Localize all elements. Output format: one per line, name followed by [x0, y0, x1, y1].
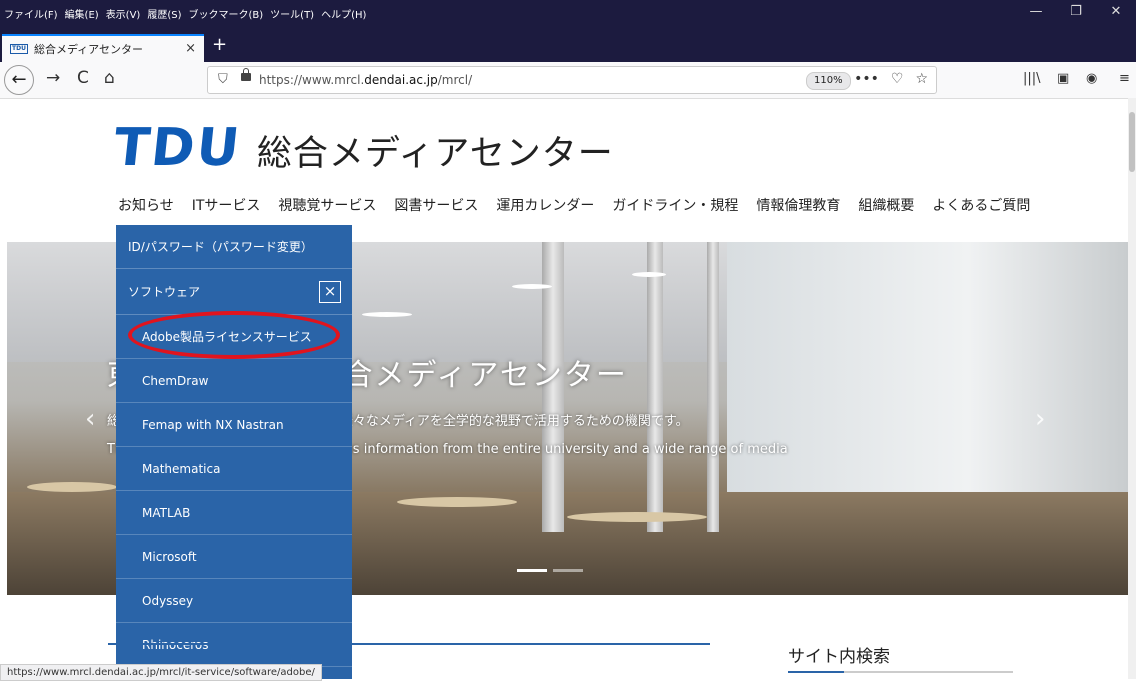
site-logo[interactable]: TDU 総合メディアセンター — [110, 118, 614, 178]
reload-button[interactable]: C — [77, 68, 89, 88]
slider-dot[interactable] — [517, 569, 547, 572]
menu-view[interactable]: 表示(V) — [106, 6, 141, 21]
logo-name: 総合メディアセンター — [256, 134, 614, 174]
global-nav: お知らせ ITサービス 視聴覚サービス 図書サービス 運用カレンダー ガイドライ… — [118, 195, 1048, 215]
menu-rhinoceros[interactable]: Rhinoceros — [116, 623, 352, 667]
menu-mathematica[interactable]: Mathematica — [116, 447, 352, 491]
page-actions-icon[interactable]: ••• — [854, 71, 879, 87]
menu-file[interactable]: ファイル(F) — [4, 6, 58, 21]
nav-faq[interactable]: よくあるご質問 — [932, 195, 1030, 215]
url-bar[interactable]: ⛉ https://www.mrcl.dendai.ac.jp/mrcl/ 11… — [207, 66, 937, 94]
url-text[interactable]: https://www.mrcl.dendai.ac.jp/mrcl/ — [259, 73, 472, 87]
it-service-dropdown: ID/パスワード（パスワード変更） ソフトウェア × Adobe製品ライセンスサ… — [116, 225, 352, 679]
content-divider — [108, 643, 710, 645]
bookmark-star-icon[interactable]: ☆ — [915, 71, 928, 87]
hero-pillar — [647, 242, 663, 532]
hero-lamp — [362, 312, 412, 317]
menu-help[interactable]: ヘルプ(H) — [321, 6, 366, 21]
status-bar: https://www.mrcl.dendai.ac.jp/mrcl/it-se… — [0, 664, 322, 681]
menu-bookmarks[interactable]: ブックマーク(B) — [189, 6, 264, 21]
hero-lamp — [632, 272, 666, 277]
nav-av-service[interactable]: 視聴覚サービス — [278, 195, 376, 215]
library-icon[interactable]: |||\ — [1023, 71, 1041, 86]
lock-icon[interactable] — [241, 68, 251, 81]
zoom-indicator[interactable]: 110% — [806, 72, 851, 90]
new-tab-button[interactable]: + — [212, 34, 227, 55]
nav-news[interactable]: お知らせ — [118, 195, 174, 215]
hamburger-menu-icon[interactable]: ≡ — [1119, 71, 1130, 86]
search-heading-rule — [788, 671, 1013, 673]
scrollbar-thumb[interactable] — [1129, 112, 1135, 172]
close-icon[interactable]: × — [319, 281, 341, 303]
slider-next-icon[interactable]: › — [1035, 404, 1045, 434]
shield-icon[interactable]: ⛉ — [218, 72, 228, 87]
menu-history[interactable]: 履歴(S) — [147, 6, 181, 21]
menu-odyssey[interactable]: Odyssey — [116, 579, 352, 623]
menu-software[interactable]: ソフトウェア × — [116, 269, 352, 315]
menu-matlab[interactable]: MATLAB — [116, 491, 352, 535]
slider-prev-icon[interactable]: ‹ — [85, 404, 95, 434]
hero-table — [27, 482, 117, 492]
hero-lamp — [512, 284, 552, 289]
tab-strip: TDU 総合メディアセンター × — [0, 30, 1136, 62]
pocket-icon[interactable]: ♡ — [891, 71, 904, 87]
hero-table — [397, 497, 517, 507]
menu-chemdraw[interactable]: ChemDraw — [116, 359, 352, 403]
tab-media-center[interactable]: TDU 総合メディアセンター × — [2, 34, 204, 62]
slider-dot[interactable] — [553, 569, 583, 572]
hero-pillar — [707, 242, 719, 532]
nav-it-service[interactable]: ITサービス — [192, 195, 261, 215]
home-button[interactable]: ⌂ — [104, 68, 115, 88]
account-icon[interactable]: ◉ — [1086, 71, 1097, 86]
forward-button[interactable]: → — [46, 68, 60, 88]
close-window-button[interactable]: ✕ — [1096, 4, 1136, 19]
nav-organization[interactable]: 組織概要 — [858, 195, 914, 215]
restore-button[interactable]: ❐ — [1056, 4, 1096, 19]
nav-calendar[interactable]: 運用カレンダー — [496, 195, 594, 215]
favicon-icon: TDU — [10, 44, 28, 54]
nav-bar: ← → C ⌂ ⛉ https://www.mrcl.dendai.ac.jp/… — [0, 62, 1136, 99]
menu-edit[interactable]: 編集(E) — [65, 6, 99, 21]
nav-ethics[interactable]: 情報倫理教育 — [756, 195, 840, 215]
scrollbar[interactable] — [1128, 98, 1136, 679]
tab-close-icon[interactable]: × — [185, 41, 196, 56]
sidebar-icon[interactable]: ▣ — [1057, 71, 1069, 86]
back-button[interactable]: ← — [4, 65, 34, 95]
hero-table — [567, 512, 707, 522]
menu-microsoft[interactable]: Microsoft — [116, 535, 352, 579]
menu-tools[interactable]: ツール(T) — [270, 6, 314, 21]
nav-guidelines[interactable]: ガイドライン・規程 — [612, 195, 738, 215]
tab-title: 総合メディアセンター — [33, 43, 143, 56]
logo-mark: TDU — [110, 118, 245, 178]
menu-adobe[interactable]: Adobe製品ライセンスサービス — [116, 315, 352, 359]
menu-bar: ファイル(F) 編集(E) 表示(V) 履歴(S) ブックマーク(B) ツール(… — [0, 0, 1136, 30]
slider-dots — [517, 569, 583, 572]
site-search-heading: サイト内検索 — [788, 647, 890, 667]
nav-library-service[interactable]: 図書サービス — [394, 195, 478, 215]
menu-id-password[interactable]: ID/パスワード（パスワード変更） — [116, 225, 352, 269]
menu-femap[interactable]: Femap with NX Nastran — [116, 403, 352, 447]
minimize-button[interactable]: — — [1016, 4, 1056, 19]
